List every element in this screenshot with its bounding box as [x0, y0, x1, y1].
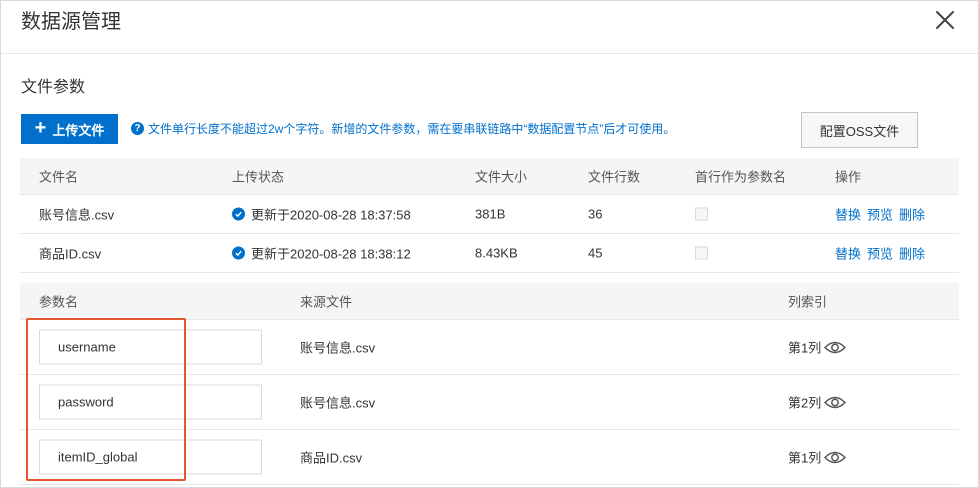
section-title: 文件参数: [21, 79, 86, 96]
check-circle-icon: [232, 207, 245, 221]
source-file: 商品ID.csv: [300, 450, 363, 466]
header-column-index: 列索引: [788, 294, 828, 310]
file-name: 账号信息.csv: [39, 207, 115, 223]
column-index-text: 第2列: [788, 395, 822, 411]
configure-oss-button[interactable]: 配置OSS文件: [801, 112, 918, 148]
table-row: 账号信息.csv 更新于2020-08-28 18:37:58 381B 36 …: [20, 195, 959, 234]
column-index: 第1列: [788, 338, 847, 357]
first-row-checkbox[interactable]: [695, 246, 708, 260]
column-index: 第2列: [788, 393, 847, 412]
table-row: itemID_global 商品ID.csv 第1列: [20, 430, 959, 485]
help-icon: ?: [131, 122, 144, 135]
header-source-file: 来源文件: [300, 294, 353, 310]
data-source-dialog: 数据源管理 文件参数 + 上传文件 ? 文件单行长度不能超过2w个字符。新增的文…: [0, 0, 979, 488]
param-name-input[interactable]: password: [39, 384, 262, 420]
column-index: 第1列: [788, 448, 847, 467]
table-row: username 账号信息.csv 第1列: [20, 320, 959, 375]
delete-link[interactable]: 删除: [899, 244, 925, 263]
dialog-header: 数据源管理: [1, 1, 978, 54]
upload-status: 更新于2020-08-28 18:37:58: [232, 205, 411, 224]
file-rows: 36: [588, 206, 603, 222]
upload-hint: ? 文件单行长度不能超过2w个字符。新增的文件参数，需在要串联链路中“数据配置节…: [131, 120, 675, 137]
file-table-header: 文件名 上传状态 文件大小 文件行数 首行作为参数名 操作: [20, 158, 959, 195]
upload-status-text: 更新于2020-08-28 18:37:58: [251, 207, 411, 223]
header-operations: 操作: [835, 169, 862, 185]
replace-link[interactable]: 替换: [835, 205, 861, 224]
replace-link[interactable]: 替换: [835, 244, 861, 263]
dialog-title: 数据源管理: [21, 11, 121, 33]
first-row-checkbox[interactable]: [695, 207, 708, 221]
check-circle-icon: [232, 246, 245, 260]
delete-link[interactable]: 删除: [899, 205, 925, 224]
plus-icon: +: [34, 117, 47, 139]
row-operations: 替换 预览 删除: [835, 205, 925, 224]
close-icon[interactable]: [934, 9, 956, 31]
eye-icon[interactable]: [823, 394, 847, 410]
eye-icon[interactable]: [823, 449, 847, 465]
header-file-name: 文件名: [39, 169, 79, 185]
header-file-size: 文件大小: [475, 169, 528, 185]
table-row: 商品ID.csv 更新于2020-08-28 18:38:12 8.43KB 4…: [20, 234, 959, 273]
file-rows: 45: [588, 245, 603, 261]
header-first-row-as-param: 首行作为参数名: [695, 169, 787, 185]
file-name: 商品ID.csv: [39, 246, 102, 262]
table-row: password 账号信息.csv 第2列: [20, 375, 959, 430]
column-index-text: 第1列: [788, 340, 822, 356]
param-name-input[interactable]: itemID_global: [39, 439, 262, 475]
upload-file-label: 上传文件: [52, 122, 105, 138]
header-upload-status: 上传状态: [232, 169, 285, 185]
file-table: 文件名 上传状态 文件大小 文件行数 首行作为参数名 操作 账号信息.csv 更…: [20, 158, 959, 273]
upload-file-button[interactable]: + 上传文件: [21, 114, 118, 144]
upload-status: 更新于2020-08-28 18:38:12: [232, 244, 411, 263]
header-file-rows: 文件行数: [588, 169, 641, 185]
source-file: 账号信息.csv: [300, 395, 376, 411]
row-operations: 替换 预览 删除: [835, 244, 925, 263]
preview-link[interactable]: 预览: [867, 244, 893, 263]
param-table: 参数名 来源文件 列索引 username 账号信息.csv 第1列 passw…: [20, 283, 959, 485]
param-name-input[interactable]: username: [39, 329, 262, 365]
file-size: 8.43KB: [475, 245, 518, 261]
eye-icon[interactable]: [823, 339, 847, 355]
param-table-header: 参数名 来源文件 列索引: [20, 283, 959, 320]
header-param-name: 参数名: [39, 294, 79, 310]
hint-text: 文件单行长度不能超过2w个字符。新增的文件参数，需在要串联链路中“数据配置节点”…: [148, 122, 676, 136]
preview-link[interactable]: 预览: [867, 205, 893, 224]
file-size: 381B: [475, 206, 506, 222]
column-index-text: 第1列: [788, 450, 822, 466]
source-file: 账号信息.csv: [300, 340, 376, 356]
upload-status-text: 更新于2020-08-28 18:38:12: [251, 246, 411, 262]
